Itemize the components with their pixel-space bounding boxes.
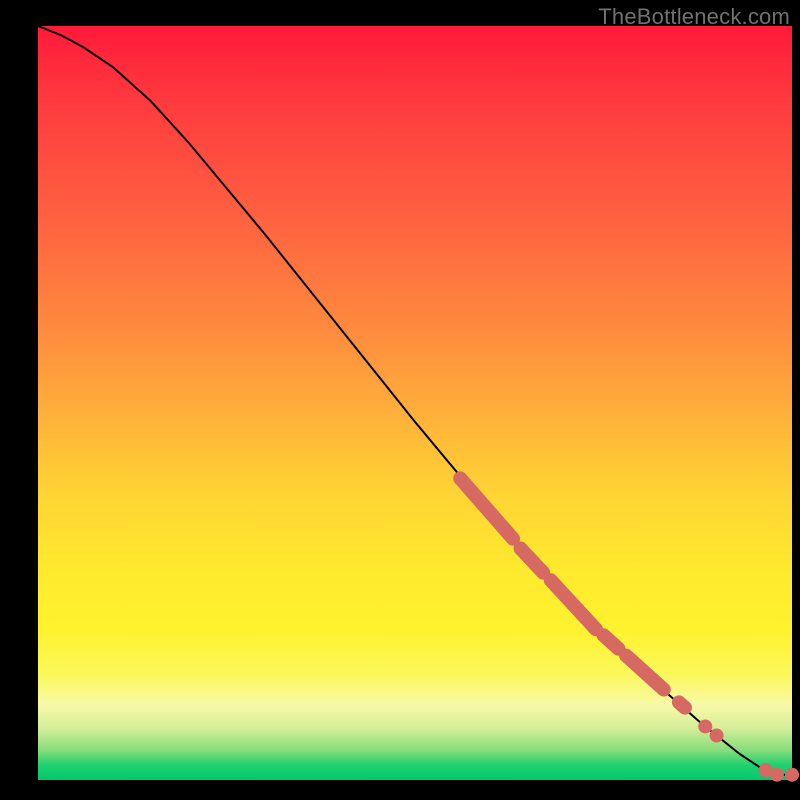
marker-dot bbox=[710, 729, 724, 743]
marker-segment bbox=[604, 635, 619, 649]
marker-dot bbox=[785, 768, 799, 782]
marker-segment bbox=[460, 478, 513, 538]
marker-segment bbox=[551, 580, 596, 629]
marker-segments bbox=[460, 478, 685, 707]
chart-svg bbox=[38, 26, 792, 780]
marker-dot bbox=[698, 719, 712, 733]
marker-segment bbox=[521, 549, 544, 573]
bottleneck-curve bbox=[38, 26, 792, 775]
chart-frame: TheBottleneck.com bbox=[0, 0, 800, 800]
marker-segment bbox=[626, 656, 664, 690]
plot-area bbox=[38, 26, 792, 780]
marker-segment bbox=[679, 702, 685, 707]
marker-dot bbox=[770, 768, 784, 782]
watermark-text: TheBottleneck.com bbox=[598, 4, 790, 30]
marker-dots bbox=[698, 719, 799, 781]
